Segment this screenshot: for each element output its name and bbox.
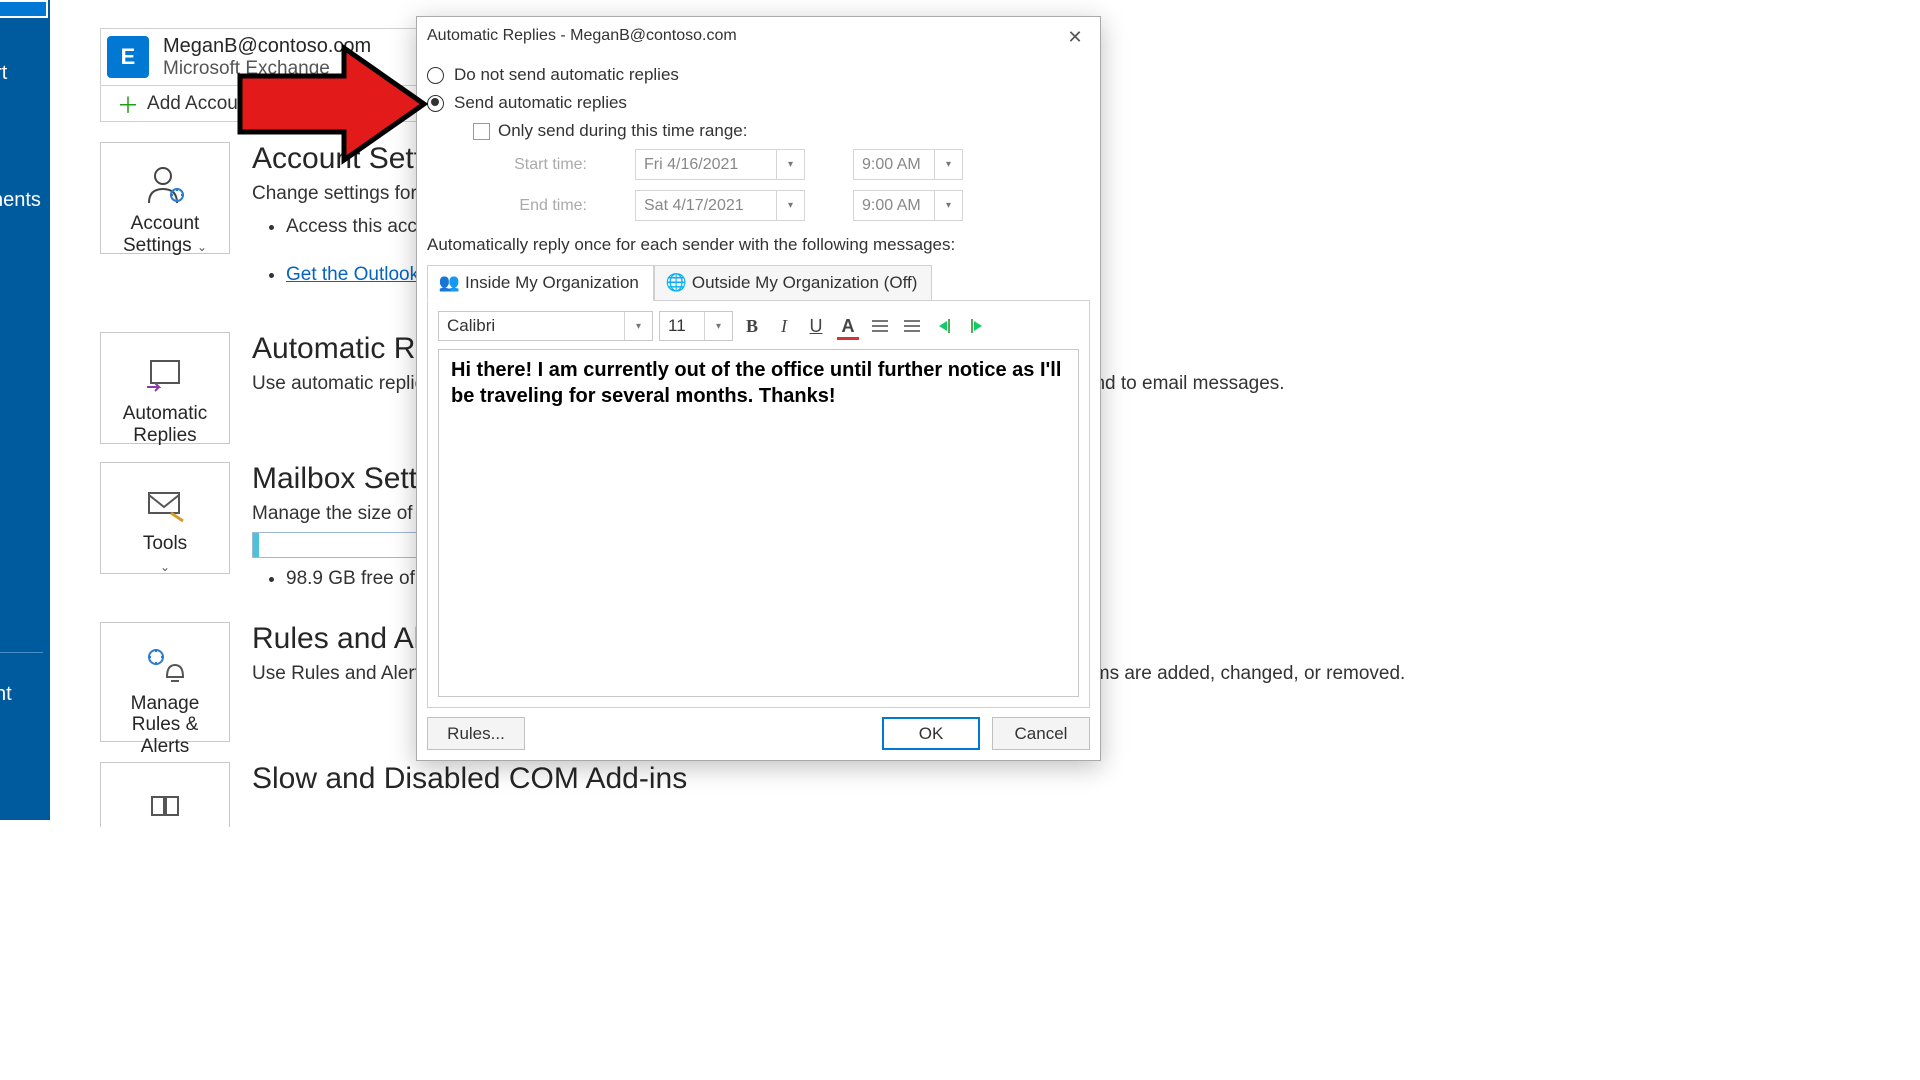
- end-time-combo[interactable]: 9:00 AM▾: [853, 190, 963, 221]
- people-icon: 👥: [442, 276, 457, 291]
- card-tools-label: Tools⌄: [143, 533, 187, 577]
- card-automatic-replies[interactable]: AutomaticReplies: [100, 332, 230, 444]
- nav-selected-block: [0, 0, 48, 18]
- tab-outside-org[interactable]: 🌐 Outside My Organization (Off): [654, 265, 933, 301]
- font-family-combo[interactable]: Calibri ▾: [438, 311, 653, 341]
- plus-icon: ＋: [117, 88, 139, 120]
- start-time-label: Start time:: [491, 156, 587, 174]
- tab-inside-org[interactable]: 👥 Inside My Organization: [427, 265, 654, 301]
- nav-fragment-2: nents: [0, 189, 41, 212]
- end-time-label: End time:: [491, 197, 587, 215]
- chevron-down-icon[interactable]: ▾: [934, 191, 962, 220]
- tab-bar: 👥 Inside My Organization 🌐 Outside My Or…: [427, 265, 1090, 301]
- bold-button[interactable]: B: [739, 312, 765, 340]
- checkbox-icon: [473, 123, 490, 140]
- card-account-settings-label: AccountSettings ⌄: [123, 213, 207, 257]
- editor-panel: Calibri ▾ 11 ▾ B I U A Hi there! I am cu…: [427, 300, 1090, 708]
- chevron-down-icon[interactable]: ▾: [776, 150, 804, 179]
- font-size-combo[interactable]: 11 ▾: [659, 311, 733, 341]
- radio-off-label: Do not send automatic replies: [454, 65, 679, 85]
- chevron-down-icon[interactable]: ▾: [704, 312, 732, 340]
- radio-send[interactable]: Send automatic replies: [427, 93, 1090, 113]
- card-manage-rules[interactable]: ManageRules & Alerts: [100, 622, 230, 742]
- cancel-button[interactable]: Cancel: [992, 717, 1090, 750]
- numbered-list-button[interactable]: [899, 312, 925, 340]
- account-type: Microsoft Exchange: [163, 58, 371, 80]
- nav-separator: [0, 652, 43, 653]
- card-automatic-replies-label: AutomaticReplies: [123, 403, 207, 447]
- outlook-nav-sidebar: ort nents nt: [0, 0, 50, 820]
- exchange-logo-icon: E: [107, 36, 149, 78]
- mailbox-tools-icon: [141, 483, 189, 527]
- rules-button[interactable]: Rules...: [427, 717, 525, 750]
- chevron-down-icon[interactable]: ▾: [624, 312, 652, 340]
- account-email: MeganB@contoso.com: [163, 35, 371, 58]
- chevron-down-icon: ⌄: [160, 560, 170, 574]
- message-text: Hi there! I am currently out of the offi…: [451, 358, 1066, 409]
- automatic-replies-dialog: Automatic Replies - MeganB@contoso.com ✕…: [416, 16, 1101, 761]
- message-editor[interactable]: Hi there! I am currently out of the offi…: [438, 349, 1079, 697]
- person-gear-icon: [141, 163, 189, 207]
- add-account-label: Add Account: [147, 93, 254, 115]
- radio-on-label: Send automatic replies: [454, 93, 627, 113]
- editor-toolbar: Calibri ▾ 11 ▾ B I U A: [438, 307, 1079, 349]
- end-date-combo[interactable]: Sat 4/17/2021▾: [635, 190, 805, 221]
- underline-button[interactable]: U: [803, 312, 829, 340]
- chevron-down-icon[interactable]: ▾: [934, 150, 962, 179]
- nav-fragment-1: ort: [0, 62, 7, 85]
- reply-instruction-label: Automatically reply once for each sender…: [427, 235, 1090, 255]
- chevron-down-icon[interactable]: ▾: [776, 191, 804, 220]
- ok-button[interactable]: OK: [882, 717, 980, 750]
- card-tools[interactable]: Tools⌄: [100, 462, 230, 574]
- close-button[interactable]: ✕: [1056, 23, 1094, 51]
- dialog-title: Automatic Replies - MeganB@contoso.com: [427, 27, 737, 45]
- radio-do-not-send[interactable]: Do not send automatic replies: [427, 65, 1090, 85]
- section-title-slow: Slow and Disabled COM Add-ins: [252, 762, 1500, 796]
- radio-off-icon: [427, 67, 444, 84]
- card-account-settings[interactable]: AccountSettings ⌄: [100, 142, 230, 254]
- dialog-titlebar: Automatic Replies - MeganB@contoso.com: [417, 17, 1100, 55]
- bullet-list-button[interactable]: [867, 312, 893, 340]
- font-color-button[interactable]: A: [835, 312, 861, 340]
- italic-button[interactable]: I: [771, 312, 797, 340]
- add-account-button[interactable]: ＋ Add Account: [101, 86, 277, 121]
- nav-fragment-3: nt: [0, 683, 12, 706]
- checkbox-time-range[interactable]: Only send during this time range:: [473, 121, 1090, 141]
- globe-icon: 🌐: [669, 276, 684, 291]
- radio-on-icon: [427, 95, 444, 112]
- chevron-down-icon: ⌄: [197, 240, 207, 254]
- card-slow-addins[interactable]: [100, 762, 230, 827]
- outdent-button[interactable]: [931, 312, 957, 340]
- card-manage-rules-label: ManageRules & Alerts: [109, 693, 221, 759]
- start-date-combo[interactable]: Fri 4/16/2021▾: [635, 149, 805, 180]
- indent-button[interactable]: [963, 312, 989, 340]
- start-time-combo[interactable]: 9:00 AM▾: [853, 149, 963, 180]
- auto-reply-icon: [141, 353, 189, 397]
- checkbox-label: Only send during this time range:: [498, 121, 747, 141]
- rules-alerts-icon: [141, 643, 189, 687]
- addins-icon: [146, 789, 184, 823]
